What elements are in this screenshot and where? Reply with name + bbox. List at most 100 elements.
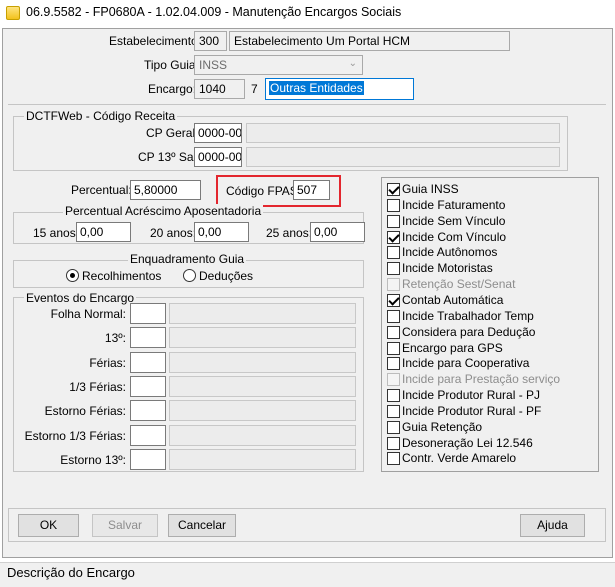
option-label: Incide para Prestação serviço: [402, 372, 561, 386]
encargo-label: Encargo:: [148, 82, 197, 96]
cancelar-button[interactable]: Cancelar: [168, 514, 236, 537]
evento-description: [169, 400, 356, 421]
option-label: Incide Motoristas: [402, 261, 493, 275]
acrescimo-group-title: Percentual Acréscimo Aposentadoria: [63, 204, 264, 218]
option-checkbox[interactable]: Incide Produtor Rural - PJ: [387, 387, 540, 403]
option-checkbox[interactable]: Contr. Verde Amarelo: [387, 450, 516, 466]
anos25-label: 25 anos:: [266, 226, 313, 240]
option-checkbox[interactable]: Incide para Cooperativa: [387, 355, 529, 371]
checkbox-empty-icon: [387, 277, 400, 291]
estabelecimento-label: Estabelecimento:: [109, 34, 202, 48]
evento-label: Estorno 13º:: [60, 453, 126, 467]
tipo-guia-label: Tipo Guia:: [144, 58, 199, 72]
checkbox-empty-icon: [387, 341, 400, 355]
evento-label: Estorno 1/3 Férias:: [24, 429, 126, 443]
evento-description: [169, 303, 356, 324]
option-label: Desoneração Lei 12.546: [402, 436, 533, 450]
evento-label: 13º:: [104, 331, 126, 345]
option-label: Incide Sem Vínculo: [402, 214, 506, 228]
ok-button[interactable]: OK: [18, 514, 79, 537]
checkbox-empty-icon: [387, 214, 400, 228]
anos25-input[interactable]: 0,00: [310, 222, 365, 242]
estabelecimento-name-field: Estabelecimento Um Portal HCM: [229, 31, 510, 51]
divider: [8, 104, 606, 105]
checkbox-empty-icon: [387, 309, 400, 323]
evento-label: 1/3 Férias:: [69, 380, 126, 394]
option-checkbox[interactable]: Contab Automática: [387, 292, 503, 308]
evento-label: Estorno Férias:: [44, 404, 126, 418]
evento-label: Folha Normal:: [50, 307, 126, 321]
option-checkbox[interactable]: Incide Faturamento: [387, 197, 505, 213]
encargo-code-field: 1040: [194, 79, 245, 99]
checkbox-empty-icon: [387, 404, 400, 418]
option-checkbox[interactable]: Incide Produtor Rural - PF: [387, 403, 541, 419]
cp-geral-input[interactable]: 0000-00: [194, 123, 242, 143]
option-checkbox[interactable]: Encargo para GPS: [387, 340, 503, 356]
salvar-button[interactable]: Salvar: [92, 514, 158, 537]
option-checkbox[interactable]: Desoneração Lei 12.546: [387, 435, 533, 451]
evento-code-input[interactable]: [130, 449, 166, 470]
option-checkbox[interactable]: Incide Com Vínculo: [387, 229, 506, 245]
recolhimentos-label: Recolhimentos: [82, 268, 162, 283]
cp-13-input[interactable]: 0000-00: [194, 147, 242, 167]
window-title: 06.9.5582 - FP0680A - 1.02.04.009 - Manu…: [26, 5, 402, 19]
recolhimentos-radio[interactable]: Recolhimentos: [66, 268, 161, 283]
checkbox-empty-icon: [387, 198, 400, 212]
evento-description: [169, 376, 356, 397]
chevron-down-icon: ⌄: [348, 58, 357, 69]
option-label: Incide Faturamento: [402, 198, 506, 212]
evento-code-input[interactable]: [130, 303, 166, 324]
checkbox-empty-icon: [387, 420, 400, 434]
anos20-input[interactable]: 0,00: [194, 222, 249, 242]
checkbox-empty-icon: [387, 261, 400, 275]
option-label: Contr. Verde Amarelo: [402, 451, 517, 465]
deducoes-radio[interactable]: Deduções: [183, 268, 253, 283]
option-checkbox[interactable]: Incide Sem Vínculo: [387, 213, 505, 229]
radio-selected-icon: [66, 269, 79, 282]
checkbox-empty-icon: [387, 388, 400, 402]
checkbox-checked-icon: [387, 293, 400, 307]
evento-description: [169, 327, 356, 348]
evento-description: [169, 352, 356, 373]
option-checkbox[interactable]: Incide Trabalhador Temp: [387, 308, 534, 324]
fpas-label: Código FPAS:: [226, 184, 302, 198]
option-label: Incide para Cooperativa: [402, 356, 530, 370]
evento-code-input[interactable]: [130, 352, 166, 373]
option-checkbox: Incide para Prestação serviço: [387, 371, 560, 387]
option-label: Incide Trabalhador Temp: [402, 309, 534, 323]
dctfweb-group-title: DCTFWeb - Código Receita: [24, 109, 178, 123]
checkbox-empty-icon: [387, 436, 400, 450]
checkbox-checked-icon: [387, 230, 400, 244]
cp-geral-label: CP Geral:: [146, 126, 199, 140]
evento-description: [169, 449, 356, 470]
evento-code-input[interactable]: [130, 376, 166, 397]
option-label: Incide Autônomos: [402, 245, 498, 259]
evento-label: Férias:: [89, 356, 126, 370]
eventos-group-title: Eventos do Encargo: [24, 291, 137, 305]
option-checkbox[interactable]: Incide Motoristas: [387, 260, 493, 276]
encargo-num-field: 7: [246, 79, 265, 99]
percentual-label: Percentual:: [71, 183, 132, 197]
evento-code-input[interactable]: [130, 327, 166, 348]
enquadramento-group-title: Enquadramento Guia: [128, 252, 247, 266]
encargo-description-input[interactable]: Outras Entidades: [265, 78, 414, 100]
option-checkbox[interactable]: Guia Retenção: [387, 419, 482, 435]
option-checkbox[interactable]: Incide Autônomos: [387, 244, 497, 260]
tipo-guia-select[interactable]: INSS ⌄: [194, 55, 363, 75]
checkbox-checked-icon: [387, 182, 400, 196]
option-label: Encargo para GPS: [402, 341, 503, 355]
anos15-input[interactable]: 0,00: [76, 222, 131, 242]
option-checkbox[interactable]: Guia INSS: [387, 181, 459, 197]
option-label: Incide Produtor Rural - PJ: [402, 388, 541, 402]
fpas-input[interactable]: 507: [293, 180, 330, 200]
option-label: Guia INSS: [402, 182, 459, 196]
evento-code-input[interactable]: [130, 400, 166, 421]
evento-description: [169, 425, 356, 446]
estabelecimento-code-field: 300: [194, 31, 227, 51]
ajuda-button[interactable]: Ajuda: [520, 514, 585, 537]
option-checkbox[interactable]: Considera para Dedução: [387, 324, 535, 340]
app-icon: [6, 6, 20, 20]
percentual-input[interactable]: 5,80000: [130, 180, 201, 200]
evento-code-input[interactable]: [130, 425, 166, 446]
checkbox-empty-icon: [387, 372, 400, 386]
